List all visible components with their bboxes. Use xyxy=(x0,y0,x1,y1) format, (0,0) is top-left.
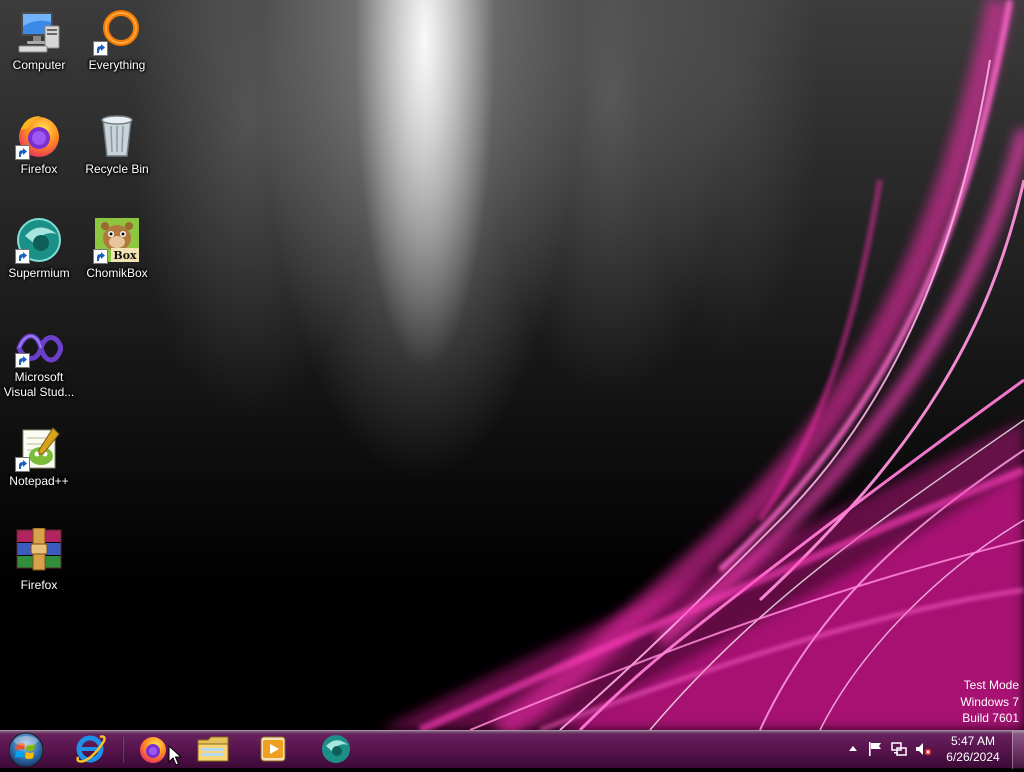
taskbar-button-media-player[interactable] xyxy=(245,732,301,766)
windows-start-orb-icon xyxy=(8,732,44,768)
flag-icon xyxy=(869,742,881,756)
test-mode-watermark: Test Mode Windows 7 Build 7601 xyxy=(960,677,1019,727)
action-center-button[interactable] xyxy=(866,740,884,758)
desktop-icon-label: Firefox xyxy=(20,162,58,176)
wallpaper-light-streaks xyxy=(380,0,1024,730)
desktop-icon-everything[interactable]: Everything xyxy=(78,8,156,73)
shortcut-arrow-icon xyxy=(93,249,108,264)
network-button[interactable] xyxy=(890,740,908,758)
desktop-icon-label: Recycle Bin xyxy=(85,162,149,176)
firefox-icon xyxy=(15,112,63,160)
watermark-line-build: Build 7601 xyxy=(962,711,1019,725)
desktop-icon-label: Supermium xyxy=(8,266,70,280)
clock-time: 5:47 AM xyxy=(950,734,996,748)
desktop-icon-firefox[interactable]: Firefox xyxy=(0,112,78,177)
desktop-icon-label: Computer xyxy=(12,58,66,72)
desktop-icon-label: ChomikBox xyxy=(86,266,148,280)
mouse-cursor-icon xyxy=(168,745,182,766)
show-desktop-button[interactable] xyxy=(1012,731,1024,769)
desktop-icon-supermium[interactable]: Supermium xyxy=(0,216,78,281)
visual-studio-icon xyxy=(15,328,64,368)
desktop-icon-notepad-plus-plus[interactable]: Notepad++ xyxy=(0,424,78,489)
media-player-icon xyxy=(260,736,286,762)
network-icon xyxy=(891,742,907,756)
chevron-up-icon xyxy=(849,746,857,751)
watermark-line-os: Windows 7 xyxy=(960,694,1019,709)
taskbar-button-internet-explorer[interactable] xyxy=(62,732,118,766)
clock-date: 6/26/2024 xyxy=(946,750,1000,764)
winrar-icon xyxy=(15,527,63,576)
shortcut-arrow-icon xyxy=(15,249,30,264)
desktop-icon-computer[interactable]: Computer xyxy=(0,8,78,73)
volume-muted-icon xyxy=(916,743,932,756)
internet-explorer-icon xyxy=(76,735,106,763)
taskbar-separator xyxy=(122,737,124,763)
shortcut-arrow-icon xyxy=(93,41,108,56)
shortcut-arrow-icon xyxy=(15,457,30,472)
desktop-icon-label: Everything xyxy=(88,58,146,72)
taskbar-button-supermium[interactable] xyxy=(308,732,364,766)
taskbar: 5:47 AM 6/26/2024 xyxy=(0,730,1024,769)
chomikbox-badge-text: Box xyxy=(113,249,137,262)
shortcut-arrow-icon xyxy=(15,145,30,160)
start-button[interactable] xyxy=(6,732,46,768)
recycle-bin-icon xyxy=(93,112,141,160)
supermium-icon xyxy=(15,216,63,264)
desktop-icon-visual-studio[interactable]: Microsoft Visual Stud... xyxy=(0,328,78,400)
desktop-icon-chomikbox[interactable]: Box ChomikBox xyxy=(78,216,156,281)
clock[interactable]: 5:47 AM 6/26/2024 xyxy=(938,733,1008,765)
shortcut-arrow-icon xyxy=(15,353,30,368)
supermium-icon xyxy=(322,735,350,763)
volume-button[interactable] xyxy=(914,740,932,758)
chomikbox-icon: Box xyxy=(93,216,141,264)
show-hidden-icons-button[interactable] xyxy=(844,740,862,758)
folder-icon xyxy=(197,736,229,762)
notepad-plus-plus-icon xyxy=(15,424,63,472)
desktop-icon-winrar[interactable]: Firefox xyxy=(0,527,78,593)
desktop-icon-label: Notepad++ xyxy=(9,474,69,488)
firefox-icon xyxy=(140,737,166,763)
everything-search-icon xyxy=(93,8,141,56)
desktop-icon-recycle-bin[interactable]: Recycle Bin xyxy=(78,112,156,177)
computer-icon xyxy=(15,8,63,56)
desktop-icon-label: Microsoft Visual Stud... xyxy=(3,370,75,399)
desktop-icon-label: Firefox xyxy=(20,578,58,592)
taskbar-button-windows-explorer[interactable] xyxy=(185,732,241,766)
desktop-wallpaper xyxy=(0,0,1024,730)
watermark-line-test-mode: Test Mode xyxy=(963,678,1019,692)
